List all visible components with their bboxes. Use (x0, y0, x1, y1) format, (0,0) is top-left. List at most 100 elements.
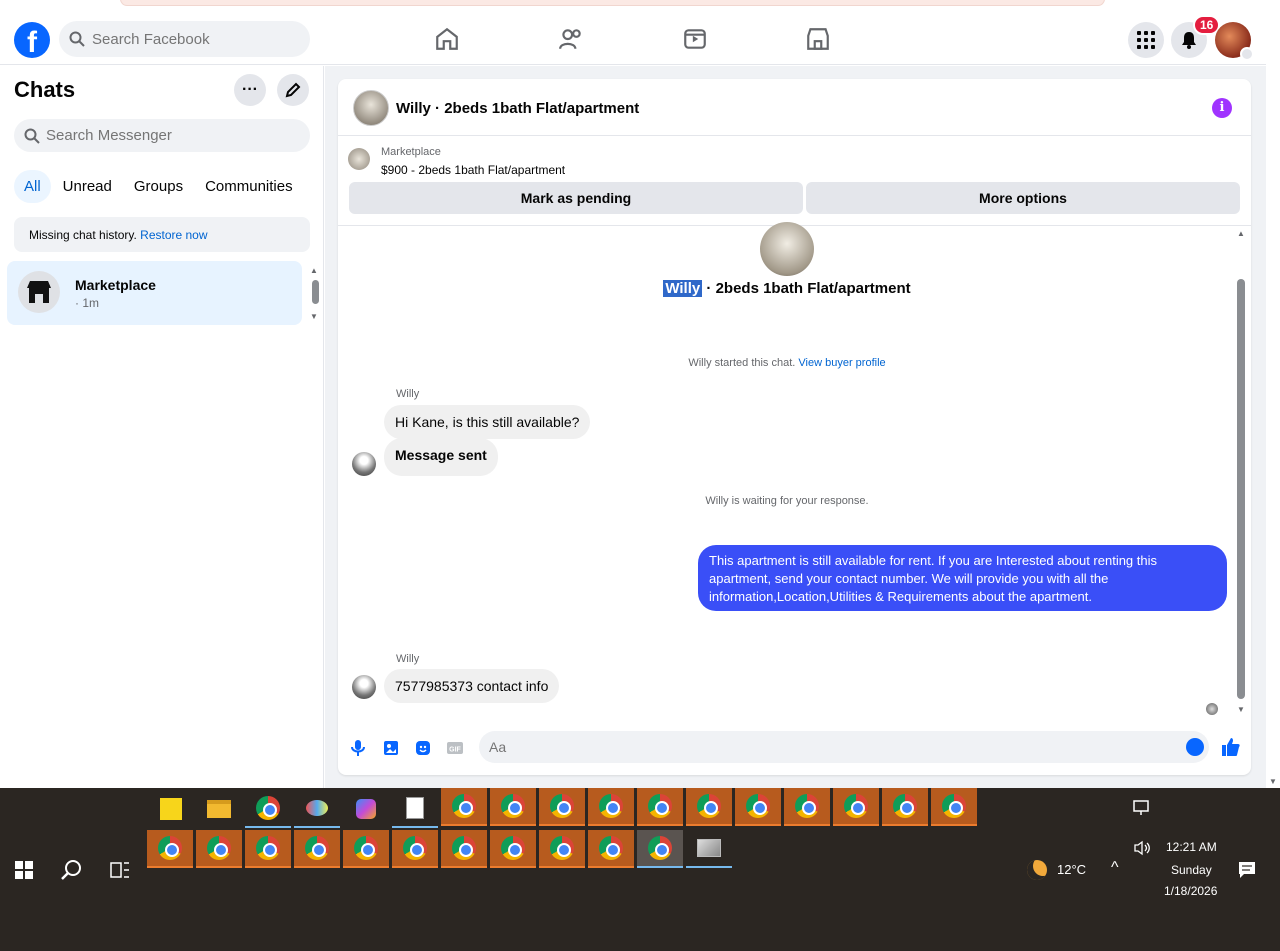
chrome-profile-icon[interactable] (784, 788, 830, 826)
filter-unread[interactable]: Unread (53, 170, 122, 203)
document-app-icon[interactable] (392, 790, 438, 828)
chat-list-item[interactable]: Marketplace · 1m (7, 261, 302, 325)
chrome-profile-icon[interactable] (294, 830, 340, 868)
listing-avatar[interactable] (353, 90, 389, 126)
copilot-icon[interactable] (343, 790, 389, 828)
mark-as-pending-button[interactable]: Mark as pending (349, 182, 803, 214)
chrome-profile-icon[interactable] (637, 788, 683, 826)
filter-communities[interactable]: Communities (195, 170, 303, 203)
chrome-profile-icon[interactable] (833, 788, 879, 826)
chevron-up-icon[interactable]: ^ (1111, 859, 1119, 877)
chrome-profile-icon[interactable] (147, 830, 193, 868)
sender-avatar[interactable] (352, 675, 376, 699)
clock-day[interactable]: Sunday (1171, 863, 1212, 877)
conversation-scrollbar[interactable]: ▲ ▼ (1233, 229, 1249, 716)
chrome-profile-icon[interactable] (392, 830, 438, 868)
search-icon (69, 31, 85, 47)
conversation-title[interactable]: Willy · 2beds 1bath Flat/apartment (396, 100, 639, 117)
page-scrollbar[interactable]: ▼ (1266, 66, 1280, 788)
menu-grid-button[interactable] (1128, 22, 1164, 58)
outgoing-message[interactable]: This apartment is still available for re… (698, 545, 1227, 611)
chrome-profile-icon[interactable] (490, 830, 536, 868)
chrome-profile-icon[interactable] (588, 830, 634, 868)
seen-indicator-avatar (1206, 703, 1218, 715)
chrome-logo (648, 836, 672, 860)
facebook-search[interactable] (59, 21, 310, 57)
network-icon[interactable] (1133, 800, 1151, 816)
paint-icon[interactable] (294, 790, 340, 828)
scroll-up-icon[interactable]: ▲ (310, 266, 318, 275)
facebook-search-input[interactable] (92, 30, 292, 48)
incoming-message[interactable]: Message sent (384, 438, 498, 476)
chrome-profile-icon[interactable] (441, 830, 487, 868)
volume-icon[interactable] (1133, 840, 1151, 856)
microphone-icon[interactable] (349, 739, 367, 757)
more-options-button[interactable]: More options (806, 182, 1240, 214)
message-input[interactable] (479, 731, 1209, 763)
chrome-profile-icon[interactable] (735, 788, 781, 826)
search-icon[interactable] (61, 859, 83, 881)
emoji-icon[interactable] (1186, 738, 1204, 756)
sticky-notes-icon[interactable] (148, 790, 194, 828)
chrome-profile-icon[interactable] (539, 788, 585, 826)
windows-start-icon[interactable] (15, 861, 33, 879)
chrome-profile-icon[interactable] (588, 788, 634, 826)
address-bar-edge[interactable] (120, 0, 1105, 6)
photo-viewer-icon[interactable] (686, 830, 732, 868)
scroll-up-icon[interactable]: ▲ (1237, 229, 1245, 238)
scroll-thumb[interactable] (1237, 279, 1245, 699)
friends-icon[interactable] (558, 26, 584, 52)
messenger-search[interactable] (14, 119, 310, 152)
notification-center-icon[interactable] (1238, 861, 1256, 879)
chrome-profile-icon[interactable] (196, 830, 242, 868)
chrome-profile-icon[interactable] (245, 830, 291, 868)
messenger-search-input[interactable] (46, 127, 286, 144)
chrome-profile-icon[interactable] (882, 788, 928, 826)
chrome-profile-icon[interactable] (343, 830, 389, 868)
profile-avatar[interactable] (1215, 22, 1254, 61)
listing-price[interactable]: $900 - 2beds 1bath Flat/apartment (381, 163, 565, 177)
moon-weather-icon[interactable] (1027, 860, 1047, 880)
weather-temperature[interactable]: 12°C (1057, 862, 1086, 877)
facebook-logo-icon[interactable]: f (14, 22, 50, 58)
scroll-thumb[interactable] (312, 280, 319, 304)
chat-options-button[interactable]: ··· (234, 74, 266, 106)
scroll-down-icon[interactable]: ▼ (1269, 777, 1277, 786)
view-buyer-profile-link[interactable]: View buyer profile (798, 357, 885, 369)
marketplace-label: Marketplace (381, 146, 441, 158)
chrome-logo (599, 794, 623, 818)
chrome-profile-icon[interactable] (441, 788, 487, 826)
marketplace-icon[interactable] (805, 26, 831, 52)
scroll-down-icon[interactable]: ▼ (1237, 705, 1245, 714)
missing-history-banner: Missing chat history. Restore now (14, 217, 310, 252)
clock-date[interactable]: 1/18/2026 (1164, 884, 1217, 898)
home-icon[interactable] (434, 26, 460, 52)
chrome-profile-icon[interactable] (931, 788, 977, 826)
restore-now-link[interactable]: Restore now (140, 228, 207, 242)
marketplace-listing-bar: Marketplace $900 - 2beds 1bath Flat/apar… (338, 136, 1251, 226)
scroll-down-icon[interactable]: ▼ (310, 312, 318, 321)
new-message-button[interactable] (277, 74, 309, 106)
chrome-profile-icon[interactable] (686, 788, 732, 826)
sidebar-scrollbar[interactable]: ▲ ▼ (310, 266, 320, 324)
info-icon[interactable]: i (1212, 98, 1232, 118)
listing-thumbnail[interactable] (348, 148, 370, 170)
gif-icon[interactable]: GIF (446, 739, 464, 757)
task-view-icon[interactable] (110, 860, 130, 880)
filter-groups[interactable]: Groups (124, 170, 193, 203)
sender-avatar[interactable] (352, 452, 376, 476)
video-icon[interactable] (682, 26, 708, 52)
chrome-profile-icon-active[interactable] (637, 830, 683, 868)
sticker-icon[interactable] (414, 739, 432, 757)
browser-top-strip (0, 0, 1280, 12)
file-explorer-icon[interactable] (196, 790, 242, 828)
filter-all[interactable]: All (14, 170, 51, 203)
chrome-icon[interactable] (245, 790, 291, 828)
chrome-profile-icon[interactable] (539, 830, 585, 868)
photo-icon[interactable] (382, 739, 400, 757)
chrome-profile-icon[interactable] (490, 788, 536, 826)
incoming-message[interactable]: Hi Kane, is this still available? (384, 405, 591, 439)
incoming-message[interactable]: 7577985373 contact info (384, 669, 560, 703)
clock-time[interactable]: 12:21 AM (1166, 840, 1217, 854)
thumbs-up-icon[interactable] (1220, 736, 1242, 758)
